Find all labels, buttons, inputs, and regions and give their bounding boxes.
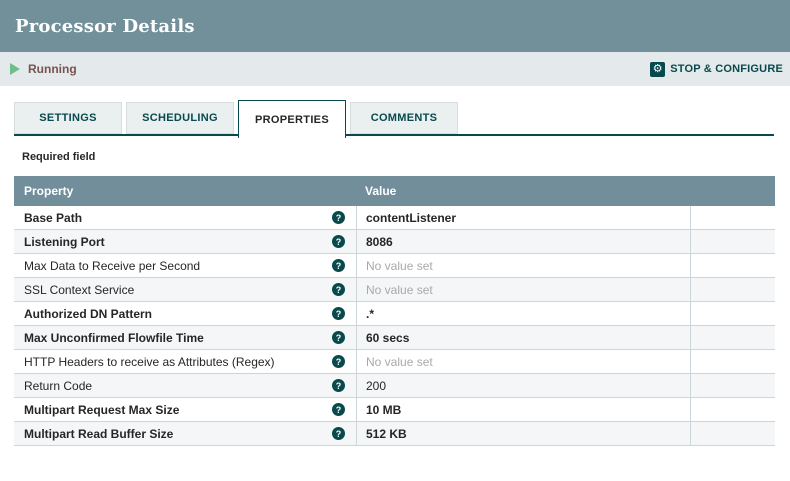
property-cell: Listening Port ? — [14, 230, 356, 253]
value-cell: .* — [356, 302, 690, 325]
property-value: No value set — [366, 355, 433, 369]
stop-and-configure-button[interactable]: ⚙ STOP & CONFIGURE — [650, 62, 783, 77]
tab-scheduling[interactable]: SCHEDULING — [126, 102, 234, 134]
status-label: Running — [28, 62, 77, 76]
value-cell: No value set — [356, 254, 690, 277]
table-row: HTTP Headers to receive as Attributes (R… — [14, 350, 775, 374]
help-question-icon[interactable]: ? — [332, 307, 345, 320]
row-extra-cell — [690, 254, 775, 277]
help-question-icon[interactable]: ? — [332, 379, 345, 392]
property-label: Authorized DN Pattern — [24, 307, 332, 321]
row-extra-cell — [690, 374, 775, 397]
property-label: Return Code — [24, 379, 332, 393]
property-value: 10 MB — [366, 403, 401, 417]
property-cell: Authorized DN Pattern ? — [14, 302, 356, 325]
row-extra-cell — [690, 422, 775, 445]
property-cell: Multipart Request Max Size ? — [14, 398, 356, 421]
dialog-title: Processor Details — [15, 16, 195, 37]
property-value: No value set — [366, 259, 433, 273]
dialog-header: Processor Details — [0, 0, 790, 52]
property-label: Max Unconfirmed Flowfile Time — [24, 331, 332, 345]
table-row: Multipart Read Buffer Size ? 512 KB — [14, 422, 775, 446]
help-question-icon[interactable]: ? — [332, 235, 345, 248]
help-question-icon[interactable]: ? — [332, 211, 345, 224]
row-extra-cell — [690, 326, 775, 349]
property-cell: Base Path ? — [14, 206, 356, 229]
column-header-property: Property — [14, 184, 356, 198]
property-label: Base Path — [24, 211, 332, 225]
table-row: Max Data to Receive per Second ? No valu… — [14, 254, 775, 278]
value-cell: 10 MB — [356, 398, 690, 421]
value-cell: contentListener — [356, 206, 690, 229]
property-value: 8086 — [366, 235, 393, 249]
column-header-value: Value — [356, 184, 690, 198]
tab-comments[interactable]: COMMENTS — [350, 102, 458, 134]
tab-bar: SETTINGS SCHEDULING PROPERTIES COMMENTS — [14, 100, 774, 138]
property-value: 512 KB — [366, 427, 407, 441]
property-value: .* — [366, 307, 374, 321]
value-cell: 60 secs — [356, 326, 690, 349]
help-question-icon[interactable]: ? — [332, 427, 345, 440]
value-cell: 200 — [356, 374, 690, 397]
property-cell: SSL Context Service ? — [14, 278, 356, 301]
property-label: Max Data to Receive per Second — [24, 259, 332, 273]
table-row: SSL Context Service ? No value set — [14, 278, 775, 302]
property-value: contentListener — [366, 211, 456, 225]
property-label: Multipart Read Buffer Size — [24, 427, 332, 441]
status-bar: Running ⚙ STOP & CONFIGURE — [0, 52, 790, 86]
table-row: Multipart Request Max Size ? 10 MB — [14, 398, 775, 422]
row-extra-cell — [690, 206, 775, 229]
table-row: Authorized DN Pattern ? .* — [14, 302, 775, 326]
property-cell: Max Data to Receive per Second ? — [14, 254, 356, 277]
property-value: 200 — [366, 379, 386, 393]
property-label: SSL Context Service — [24, 283, 332, 297]
gear-icon: ⚙ — [650, 62, 665, 77]
help-question-icon[interactable]: ? — [332, 403, 345, 416]
property-value: No value set — [366, 283, 433, 297]
row-extra-cell — [690, 302, 775, 325]
processor-status: Running — [10, 62, 77, 76]
property-cell: Return Code ? — [14, 374, 356, 397]
help-question-icon[interactable]: ? — [332, 259, 345, 272]
help-question-icon[interactable]: ? — [332, 331, 345, 344]
tab-properties[interactable]: PROPERTIES — [238, 100, 346, 138]
table-body: Base Path ? contentListener Listening Po… — [14, 206, 775, 446]
property-label: HTTP Headers to receive as Attributes (R… — [24, 355, 332, 369]
table-row: Listening Port ? 8086 — [14, 230, 775, 254]
property-cell: Multipart Read Buffer Size ? — [14, 422, 356, 445]
property-cell: Max Unconfirmed Flowfile Time ? — [14, 326, 356, 349]
row-extra-cell — [690, 278, 775, 301]
row-extra-cell — [690, 350, 775, 373]
value-cell: 512 KB — [356, 422, 690, 445]
table-row: Return Code ? 200 — [14, 374, 775, 398]
help-question-icon[interactable]: ? — [332, 283, 345, 296]
table-row: Base Path ? contentListener — [14, 206, 775, 230]
tab-settings[interactable]: SETTINGS — [14, 102, 122, 134]
help-question-icon[interactable]: ? — [332, 355, 345, 368]
tab-underline — [14, 134, 774, 136]
property-cell: HTTP Headers to receive as Attributes (R… — [14, 350, 356, 373]
play-icon — [10, 63, 20, 75]
property-label: Listening Port — [24, 235, 332, 249]
row-extra-cell — [690, 230, 775, 253]
property-value: 60 secs — [366, 331, 409, 345]
value-cell: No value set — [356, 278, 690, 301]
property-label: Multipart Request Max Size — [24, 403, 332, 417]
table-header-row: Property Value — [14, 176, 775, 206]
stop-and-configure-label: STOP & CONFIGURE — [670, 63, 783, 75]
value-cell: No value set — [356, 350, 690, 373]
table-row: Max Unconfirmed Flowfile Time ? 60 secs — [14, 326, 775, 350]
value-cell: 8086 — [356, 230, 690, 253]
required-field-hint: Required field — [22, 151, 790, 163]
row-extra-cell — [690, 398, 775, 421]
properties-table: Property Value Base Path ? contentListen… — [14, 176, 775, 446]
